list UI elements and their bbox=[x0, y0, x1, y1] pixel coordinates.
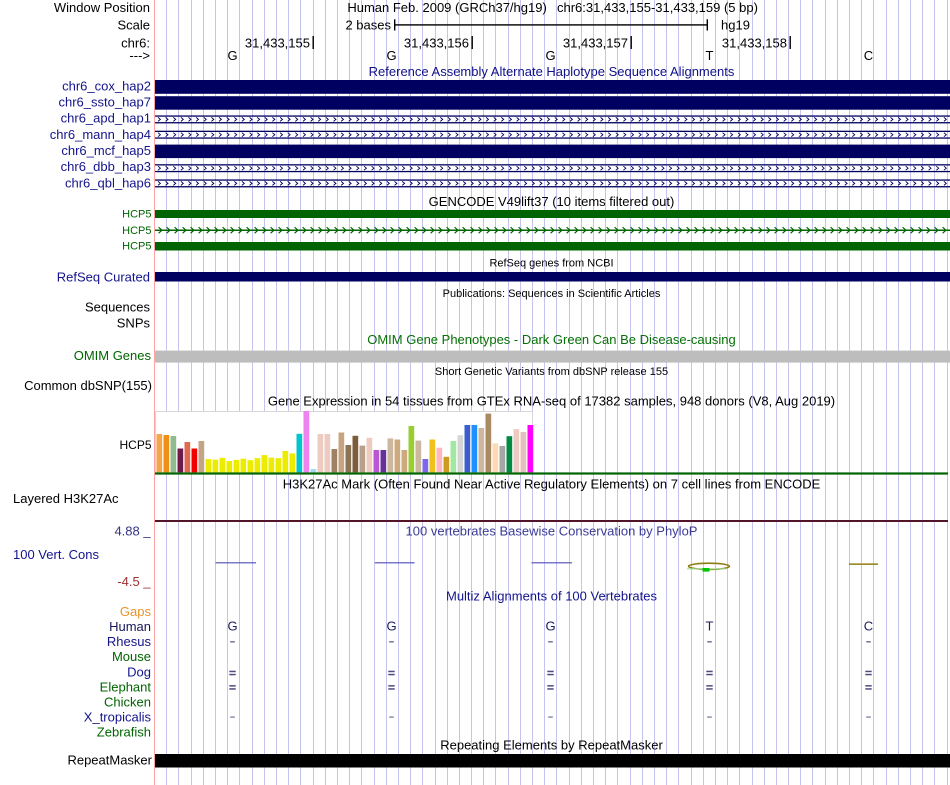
svg-text:G: G bbox=[386, 618, 396, 633]
svg-text:chr6_apd_hap1: chr6_apd_hap1 bbox=[61, 111, 151, 126]
svg-text:100 vertebrates Basewise Conse: 100 vertebrates Basewise Conservation by… bbox=[406, 524, 698, 539]
svg-text:SNPs: SNPs bbox=[117, 316, 151, 331]
svg-text:HCP5: HCP5 bbox=[122, 209, 151, 221]
svg-text:chr6_mcf_hap5: chr6_mcf_hap5 bbox=[61, 143, 151, 158]
svg-text:Zebrafish: Zebrafish bbox=[97, 725, 151, 740]
svg-text:Common dbSNP(155): Common dbSNP(155) bbox=[24, 378, 152, 393]
svg-text:4.88 _: 4.88 _ bbox=[114, 524, 151, 539]
svg-text:RefSeq genes from NCBI: RefSeq genes from NCBI bbox=[489, 257, 613, 269]
svg-text:Human: Human bbox=[109, 619, 151, 634]
svg-text:Scale: Scale bbox=[117, 17, 150, 32]
svg-text:C: C bbox=[864, 48, 873, 63]
svg-text:Rhesus: Rhesus bbox=[107, 634, 152, 649]
svg-text:Gaps: Gaps bbox=[120, 604, 152, 619]
svg-text:chr6_qbl_hap6: chr6_qbl_hap6 bbox=[65, 175, 151, 190]
svg-text:G: G bbox=[545, 618, 555, 633]
svg-text:T: T bbox=[706, 48, 714, 63]
svg-text:chr6_cox_hap2: chr6_cox_hap2 bbox=[62, 78, 151, 93]
svg-text:-4.5 _: -4.5 _ bbox=[117, 574, 151, 589]
svg-text:G: G bbox=[227, 48, 237, 63]
svg-text:Chicken: Chicken bbox=[104, 695, 151, 710]
svg-text:Human Feb. 2009 (GRCh37/hg19): Human Feb. 2009 (GRCh37/hg19) bbox=[347, 0, 546, 15]
svg-text:100 Vert. Cons: 100 Vert. Cons bbox=[13, 547, 99, 562]
svg-text:X_tropicalis: X_tropicalis bbox=[84, 710, 152, 725]
svg-text:G: G bbox=[227, 618, 237, 633]
svg-text:Sequences: Sequences bbox=[85, 300, 151, 315]
svg-text:chr6_dbb_hap3: chr6_dbb_hap3 bbox=[61, 159, 151, 174]
svg-text:HCP5: HCP5 bbox=[122, 241, 151, 253]
svg-text:Mouse: Mouse bbox=[112, 649, 151, 664]
svg-text:Dog: Dog bbox=[127, 664, 151, 679]
svg-text:C: C bbox=[864, 618, 873, 633]
svg-text:HCP5: HCP5 bbox=[122, 225, 151, 237]
svg-text:H3K27Ac Mark (Often Found Near: H3K27Ac Mark (Often Found Near Active Re… bbox=[283, 477, 821, 492]
svg-text:Elephant: Elephant bbox=[100, 679, 152, 694]
svg-text:G: G bbox=[545, 48, 555, 63]
svg-text:Gene Expression in 54 tissues: Gene Expression in 54 tissues from GTEx … bbox=[268, 394, 835, 409]
svg-text:2 bases: 2 bases bbox=[345, 17, 391, 32]
svg-text:G: G bbox=[386, 48, 396, 63]
svg-text:chr6_mann_hap4: chr6_mann_hap4 bbox=[50, 127, 151, 142]
svg-text:Publications: Sequences in Sci: Publications: Sequences in Scientific Ar… bbox=[443, 288, 661, 300]
svg-text:OMIM Genes: OMIM Genes bbox=[74, 348, 152, 363]
svg-text:RepeatMasker: RepeatMasker bbox=[67, 753, 152, 768]
svg-text:Reference Assembly Alternate H: Reference Assembly Alternate Haplotype S… bbox=[369, 64, 735, 79]
svg-text:31,433,158: 31,433,158 bbox=[722, 36, 787, 51]
svg-text:GENCODE V49lift37 (10 items fi: GENCODE V49lift37 (10 items filtered out… bbox=[429, 194, 675, 209]
svg-text:Window Position: Window Position bbox=[54, 0, 150, 15]
svg-text:31,433,155: 31,433,155 bbox=[245, 36, 310, 51]
svg-text:OMIM Gene Phenotypes - Dark Gr: OMIM Gene Phenotypes - Dark Green Can Be… bbox=[367, 332, 736, 347]
svg-text:HCP5: HCP5 bbox=[119, 438, 151, 452]
svg-text:RefSeq Curated: RefSeq Curated bbox=[57, 269, 150, 284]
svg-text:T: T bbox=[706, 618, 714, 633]
svg-text:chr6:31,433,155-31,433,159 (5: chr6:31,433,155-31,433,159 (5 bp) bbox=[557, 0, 758, 15]
svg-text:hg19: hg19 bbox=[721, 17, 750, 32]
svg-text:Short Genetic Variants from db: Short Genetic Variants from dbSNP releas… bbox=[435, 366, 668, 378]
svg-text:chr6_ssto_hap7: chr6_ssto_hap7 bbox=[58, 95, 151, 110]
svg-text:31,433,157: 31,433,157 bbox=[563, 36, 628, 51]
svg-text:Repeating Elements by RepeatMa: Repeating Elements by RepeatMasker bbox=[440, 738, 663, 753]
svg-text:Multiz Alignments of 100 Verte: Multiz Alignments of 100 Vertebrates bbox=[446, 588, 658, 603]
svg-text:--->: ---> bbox=[129, 48, 150, 63]
svg-text:31,433,156: 31,433,156 bbox=[404, 36, 469, 51]
svg-text:Layered H3K27Ac: Layered H3K27Ac bbox=[13, 491, 119, 506]
